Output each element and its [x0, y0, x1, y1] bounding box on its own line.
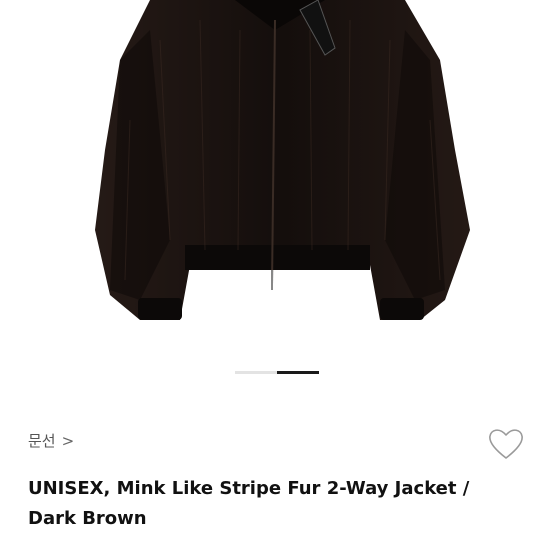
product-image[interactable] — [0, 0, 553, 340]
brand-name: 문선 — [28, 432, 56, 450]
brand-link[interactable]: 문선 > — [28, 430, 74, 451]
pager-dot[interactable] — [235, 371, 277, 374]
hem-rib — [185, 245, 370, 270]
pager-dot-active[interactable] — [277, 371, 319, 374]
product-title: UNISEX, Mink Like Stripe Fur 2-Way Jacke… — [28, 478, 470, 529]
heart-outline-icon[interactable] — [487, 425, 525, 463]
jacket-illustration — [95, 0, 470, 320]
left-cuff — [138, 298, 182, 320]
right-cuff — [380, 298, 424, 320]
gallery-pager[interactable] — [235, 371, 319, 374]
chevron-right-icon: > — [61, 431, 75, 450]
